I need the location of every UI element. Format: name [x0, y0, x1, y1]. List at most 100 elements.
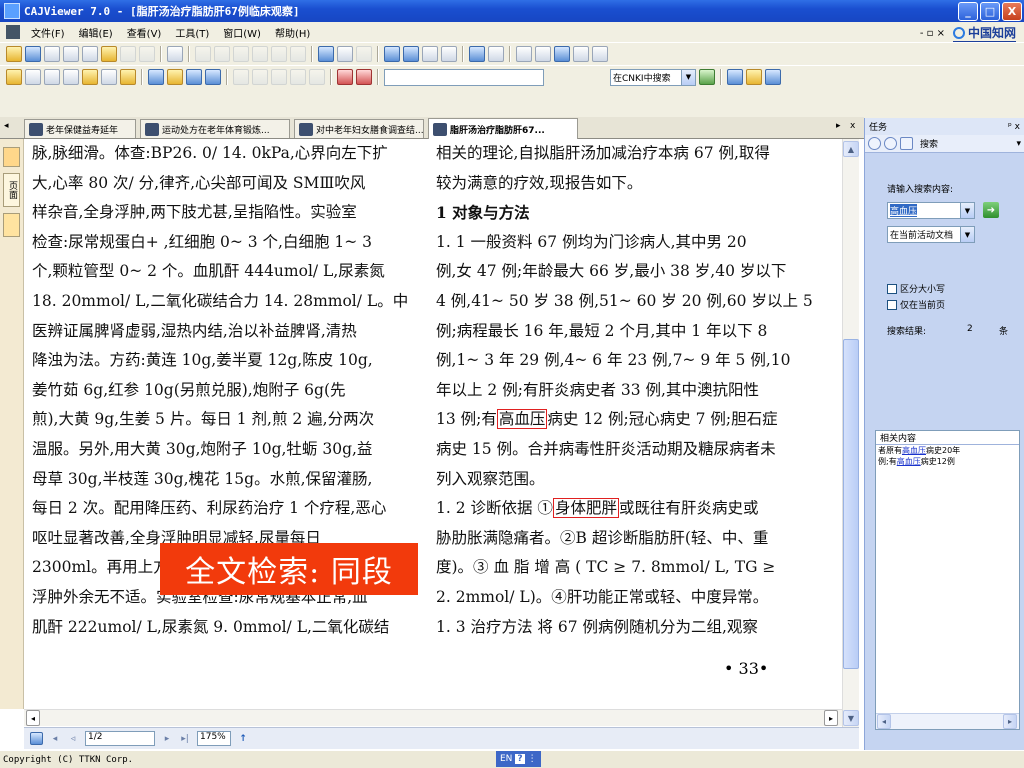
maximize-button[interactable]: □ — [980, 2, 1000, 21]
search-text-field[interactable] — [384, 68, 544, 86]
prev-page-nav-icon[interactable]: ◃ — [67, 733, 79, 745]
search-tool-icon[interactable] — [337, 69, 353, 85]
redo-icon[interactable] — [139, 46, 155, 62]
prev-page-icon[interactable] — [214, 46, 230, 62]
next-page-icon[interactable] — [233, 46, 249, 62]
print-icon[interactable] — [44, 46, 60, 62]
tab-doc-3[interactable]: 对中老年妇女膳食调查结... — [294, 119, 424, 138]
document-view[interactable]: 脉,脉细滑。体查:BP26. 0/ 14. 0kPa,心界向左下扩 大,心率 8… — [24, 139, 842, 709]
line-tool-icon[interactable] — [148, 69, 164, 85]
highlight-icon[interactable] — [120, 69, 136, 85]
rectangle-tool-icon[interactable] — [186, 69, 202, 85]
annotation-pen-icon[interactable] — [3, 213, 20, 237]
note-icon[interactable] — [309, 69, 325, 85]
search-scope-select[interactable]: 在CNKI中搜索 ▼ — [610, 68, 696, 86]
back-icon[interactable] — [271, 46, 287, 62]
bookmark-icon[interactable] — [290, 69, 306, 85]
copy-icon[interactable] — [82, 46, 98, 62]
find-icon[interactable] — [356, 69, 372, 85]
tab-scroll-right-icon[interactable]: ▸ — [836, 121, 841, 131]
print-preview-icon[interactable] — [63, 46, 79, 62]
ellipse-tool-icon[interactable] — [205, 69, 221, 85]
menu-help[interactable]: 帮助(H) — [268, 25, 317, 40]
tab-scroll-left-icon[interactable]: ◂ — [4, 121, 9, 131]
horizontal-scrollbar[interactable]: ◂ ▸ — [24, 709, 842, 726]
view-icon[interactable] — [516, 46, 532, 62]
full-screen-icon[interactable] — [554, 46, 570, 62]
scroll-right-icon[interactable]: ▸ — [1003, 714, 1017, 729]
fit-page-icon[interactable] — [318, 46, 334, 62]
result-link[interactable]: 高血压 — [902, 446, 926, 455]
search-history-icon[interactable] — [746, 69, 762, 85]
image-select-icon[interactable] — [63, 69, 79, 85]
text-select-icon[interactable] — [44, 69, 60, 85]
stamp-icon[interactable] — [252, 69, 268, 85]
menu-tools[interactable]: 工具(T) — [168, 25, 216, 40]
view-mode-icon[interactable] — [30, 732, 43, 745]
scroll-up-icon[interactable]: ▲ — [843, 141, 859, 157]
facing-icon[interactable] — [422, 46, 438, 62]
checkbox-box[interactable] — [887, 299, 897, 310]
pencil-icon[interactable] — [167, 69, 183, 85]
search-panel-icon[interactable] — [765, 69, 781, 85]
first-page-nav-icon[interactable]: ◂ — [49, 733, 61, 745]
last-page-nav-icon[interactable]: ▸| — [179, 733, 191, 745]
scroll-right-icon[interactable]: ▸ — [824, 710, 838, 726]
tab-doc-4-active[interactable]: 脂肝汤治疗脂肪肝67... — [428, 118, 578, 139]
tab-doc-1[interactable]: 老年保健益寿延年 — [24, 119, 136, 138]
minimize-button[interactable]: _ — [958, 2, 978, 21]
page-view-icon[interactable] — [535, 46, 551, 62]
snapshot-icon[interactable] — [82, 69, 98, 85]
zoom-up-icon[interactable]: ↑ — [237, 733, 249, 745]
case-sensitive-checkbox[interactable]: 区分大小写 — [887, 282, 945, 295]
book-icon[interactable] — [441, 46, 457, 62]
scroll-left-icon[interactable]: ◂ — [26, 710, 40, 726]
sidebar-tab-pages[interactable]: 页面 — [3, 173, 20, 207]
related-result-item[interactable]: 者原有高血压病史20年 — [876, 445, 1019, 456]
zoom-field[interactable]: 175% — [197, 731, 231, 746]
tab-doc-2[interactable]: 运动处方在老年体育锻炼... — [140, 119, 290, 138]
scroll-down-icon[interactable]: ▼ — [843, 710, 859, 726]
layout-icon[interactable] — [488, 46, 504, 62]
panel-mode-dropdown-icon[interactable]: ▾ — [1016, 139, 1021, 149]
page-number-field[interactable]: 1/2 — [85, 731, 155, 746]
outline-icon[interactable] — [3, 147, 20, 167]
vertical-scrollbar[interactable]: ▲ ▼ — [842, 139, 859, 729]
related-hscrollbar[interactable]: ◂ ▸ — [876, 713, 1019, 729]
panel-forward-icon[interactable] — [884, 137, 897, 150]
rotate-right-icon[interactable] — [356, 46, 372, 62]
task-panel-pin-close[interactable]: ᵖ x — [1008, 122, 1020, 132]
select-tool-icon[interactable] — [25, 69, 41, 85]
properties-icon[interactable] — [167, 46, 183, 62]
cnki-brand[interactable]: 中国知网 — [952, 24, 1016, 43]
checkbox-box[interactable] — [887, 283, 897, 294]
search-go-icon[interactable] — [699, 69, 715, 85]
save-icon[interactable] — [25, 46, 41, 62]
continuous-icon[interactable] — [403, 46, 419, 62]
forward-icon[interactable] — [290, 46, 306, 62]
menu-file[interactable]: 文件(F) — [24, 25, 72, 40]
zoom-icon[interactable] — [469, 46, 485, 62]
menu-window[interactable]: 窗口(W) — [216, 25, 268, 40]
ocr-icon[interactable] — [101, 69, 117, 85]
next-page-nav-icon[interactable]: ▸ — [161, 733, 173, 745]
zoom-out-icon[interactable] — [592, 46, 608, 62]
panel-back-icon[interactable] — [868, 137, 881, 150]
current-page-only-checkbox[interactable]: 仅在当前页 — [887, 298, 945, 311]
eraser-icon[interactable] — [271, 69, 287, 85]
menu-edit[interactable]: 编辑(E) — [72, 25, 120, 40]
search-options-icon[interactable] — [727, 69, 743, 85]
menu-view[interactable]: 查看(V) — [120, 25, 169, 40]
rotate-icon[interactable] — [337, 46, 353, 62]
undo-icon[interactable] — [120, 46, 136, 62]
panel-mode-label[interactable]: 搜索 — [920, 137, 938, 150]
single-page-icon[interactable] — [384, 46, 400, 62]
search-go-arrow-icon[interactable]: ➜ — [983, 202, 999, 218]
search-scope-panel-select[interactable]: 在当前活动文档 ▼ — [887, 226, 975, 243]
result-link[interactable]: 高血压 — [897, 457, 921, 466]
last-page-icon[interactable] — [252, 46, 268, 62]
open-icon[interactable] — [6, 46, 22, 62]
related-result-item[interactable]: 例;有高血压病史12例 — [876, 456, 1019, 467]
ime-indicator[interactable]: EN ? ⋮ — [496, 751, 541, 767]
paste-icon[interactable] — [101, 46, 117, 62]
